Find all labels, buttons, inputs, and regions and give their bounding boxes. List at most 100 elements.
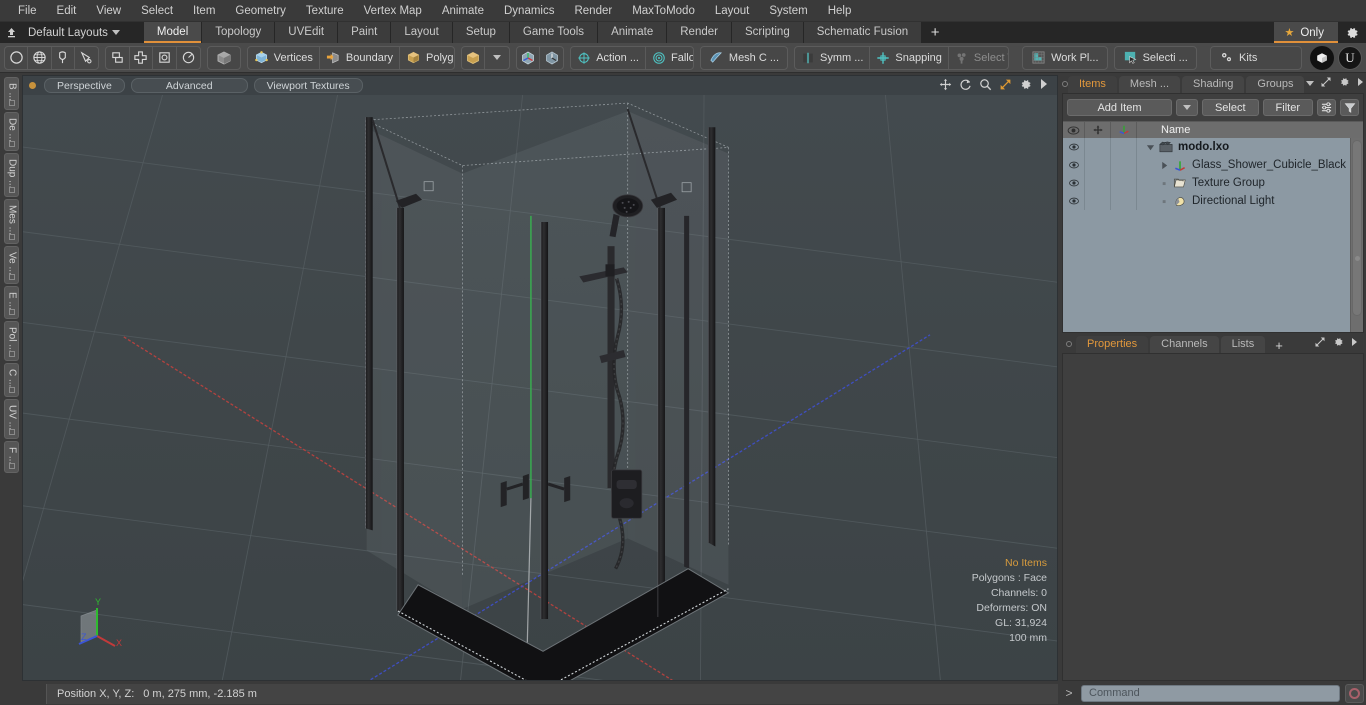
rail-tab-mesh-edit[interactable]: Mes ... xyxy=(3,199,19,245)
falloff-button[interactable]: Falloff xyxy=(646,47,693,69)
center-handle-icon[interactable] xyxy=(517,46,540,69)
rail-tab-uv[interactable]: UV ... xyxy=(3,398,19,439)
tab-overflow-caret-icon[interactable] xyxy=(1306,81,1315,86)
rotate-icon[interactable] xyxy=(959,78,972,94)
disclosure-expanded-icon[interactable] xyxy=(1143,143,1157,152)
item-mode-button[interactable] xyxy=(206,45,241,70)
item-row-texture-group[interactable]: Texture Group xyxy=(1137,174,1350,192)
axis-icon[interactable] xyxy=(1111,121,1137,139)
eye-icon[interactable] xyxy=(1063,174,1085,192)
properties-expand-icon[interactable] xyxy=(1314,336,1326,351)
work-plane-button[interactable]: Work Pl... xyxy=(1022,45,1108,70)
eye-icon[interactable] xyxy=(1063,156,1085,174)
panel-expand-icon[interactable] xyxy=(1320,76,1332,91)
select-button[interactable]: Select xyxy=(1201,99,1259,116)
paint-select-icon[interactable] xyxy=(75,47,98,69)
item-row-scene[interactable]: modo.lxo xyxy=(1137,138,1350,156)
layout-tab-model[interactable]: Model xyxy=(143,22,203,43)
modo-bridge-icon[interactable] xyxy=(1310,45,1334,70)
layout-preset-selector[interactable]: Default Layouts xyxy=(22,22,130,43)
menu-item-geometry[interactable]: Geometry xyxy=(225,0,296,22)
tab-mesh-ops[interactable]: Mesh ... xyxy=(1118,76,1181,93)
items-list[interactable]: modo.lxo Glass_Shower_Cubicle_Black Text… xyxy=(1063,138,1363,332)
filter-button[interactable]: Filter xyxy=(1262,99,1313,116)
layout-tab-paint[interactable]: Paint xyxy=(338,22,392,43)
items-vertical-scrollbar[interactable] xyxy=(1350,138,1363,332)
globe-select-icon[interactable] xyxy=(28,46,52,69)
gutter-axis-cell[interactable] xyxy=(1111,138,1137,156)
list-options-icon[interactable] xyxy=(1317,99,1336,116)
vertices-button[interactable]: Vertices xyxy=(248,46,320,69)
add-layout-tab-button[interactable]: + xyxy=(922,23,948,42)
axis-gizmo[interactable]: Y X Z xyxy=(67,596,129,658)
element-move-icon[interactable] xyxy=(106,46,130,69)
eye-icon[interactable] xyxy=(1063,138,1085,156)
add-item-button[interactable]: Add Item xyxy=(1067,99,1172,116)
gutter-lock-cell[interactable] xyxy=(1085,174,1111,192)
panel-more-icon[interactable] xyxy=(1356,77,1364,90)
layout-tab-scripting[interactable]: Scripting xyxy=(731,22,804,43)
eye-icon[interactable] xyxy=(1063,121,1085,139)
kits-button[interactable]: Kits xyxy=(1210,45,1302,70)
action-center-button[interactable]: Action ... xyxy=(571,46,646,69)
layout-tab-game-tools[interactable]: Game Tools xyxy=(509,22,599,43)
plus-handle-icon[interactable] xyxy=(1085,121,1111,139)
tab-channels[interactable]: Channels xyxy=(1150,336,1219,353)
3d-viewport[interactable]: No Items Polygons : Face Channels: 0 Def… xyxy=(22,95,1058,681)
properties-state-dot[interactable] xyxy=(1062,335,1076,353)
lasso-select-icon[interactable] xyxy=(52,46,76,69)
selection-set-icon[interactable] xyxy=(462,46,486,69)
pivot-handle-icon[interactable] xyxy=(540,47,563,69)
add-properties-tab-button[interactable]: + xyxy=(1267,338,1291,353)
tab-items[interactable]: Items xyxy=(1068,76,1117,93)
gutter-lock-cell[interactable] xyxy=(1085,138,1111,156)
rail-tab-vertex[interactable]: Ve ... xyxy=(3,246,19,284)
menu-item-animate[interactable]: Animate xyxy=(432,0,494,22)
panel-gear-icon[interactable] xyxy=(1338,76,1350,91)
tab-groups[interactable]: Groups xyxy=(1246,76,1305,93)
layout-tab-render[interactable]: Render xyxy=(667,22,732,43)
viewport-expand-icon[interactable] xyxy=(1039,78,1049,93)
viewport-textures-button[interactable]: Viewport Textures xyxy=(253,78,363,93)
properties-content[interactable] xyxy=(1062,353,1364,681)
gutter-lock-cell[interactable] xyxy=(1085,192,1111,210)
layout-tab-layout[interactable]: Layout xyxy=(391,22,453,43)
snapping-button[interactable]: Snapping xyxy=(870,46,949,69)
item-row-directional-light[interactable]: Directional Light xyxy=(1137,192,1350,210)
gutter-lock-cell[interactable] xyxy=(1085,156,1111,174)
command-input[interactable]: Command xyxy=(1081,684,1340,702)
item-row-mesh[interactable]: Glass_Shower_Cubicle_Black xyxy=(1137,156,1350,174)
layout-tab-setup[interactable]: Setup xyxy=(452,22,510,43)
menu-item-help[interactable]: Help xyxy=(818,0,862,22)
menu-item-vertex-map[interactable]: Vertex Map xyxy=(354,0,432,22)
funnel-icon[interactable] xyxy=(1340,99,1359,116)
gutter-axis-cell[interactable] xyxy=(1111,174,1137,192)
record-icon[interactable] xyxy=(1345,683,1364,703)
scrollbar-knob[interactable] xyxy=(1355,256,1360,261)
menu-item-select[interactable]: Select xyxy=(131,0,183,22)
menu-item-view[interactable]: View xyxy=(86,0,131,22)
unreal-bridge-icon[interactable]: U xyxy=(1338,45,1362,70)
rail-tab-basic[interactable]: B ... xyxy=(3,77,19,110)
menu-item-item[interactable]: Item xyxy=(183,0,225,22)
layout-tab-topology[interactable]: Topology xyxy=(202,22,276,43)
home-arrow-icon[interactable] xyxy=(0,22,22,43)
rail-tab-curve[interactable]: C ... xyxy=(3,363,19,397)
menu-item-layout[interactable]: Layout xyxy=(705,0,760,22)
viewport-state-dot[interactable] xyxy=(29,82,36,89)
scrollbar-thumb[interactable] xyxy=(1352,140,1362,316)
fit-icon[interactable] xyxy=(999,78,1012,94)
tab-shading[interactable]: Shading xyxy=(1182,76,1245,93)
layout-tab-animate[interactable]: Animate xyxy=(598,22,668,43)
gutter-axis-cell[interactable] xyxy=(1111,192,1137,210)
properties-gear-icon[interactable] xyxy=(1332,336,1344,351)
rail-tab-fur[interactable]: F ... xyxy=(3,440,19,473)
menu-item-file[interactable]: File xyxy=(8,0,47,22)
disclosure-collapsed-icon[interactable] xyxy=(1157,161,1171,170)
viewport-gear-icon[interactable] xyxy=(1019,78,1032,94)
layout-tab-schematic-fusion[interactable]: Schematic Fusion xyxy=(803,22,923,43)
viewport-projection-button[interactable]: Perspective xyxy=(44,78,125,93)
only-toggle-button[interactable]: ★ Only xyxy=(1274,22,1338,43)
menu-item-edit[interactable]: Edit xyxy=(47,0,87,22)
layout-tab-uvedit[interactable]: UVEdit xyxy=(275,22,339,43)
